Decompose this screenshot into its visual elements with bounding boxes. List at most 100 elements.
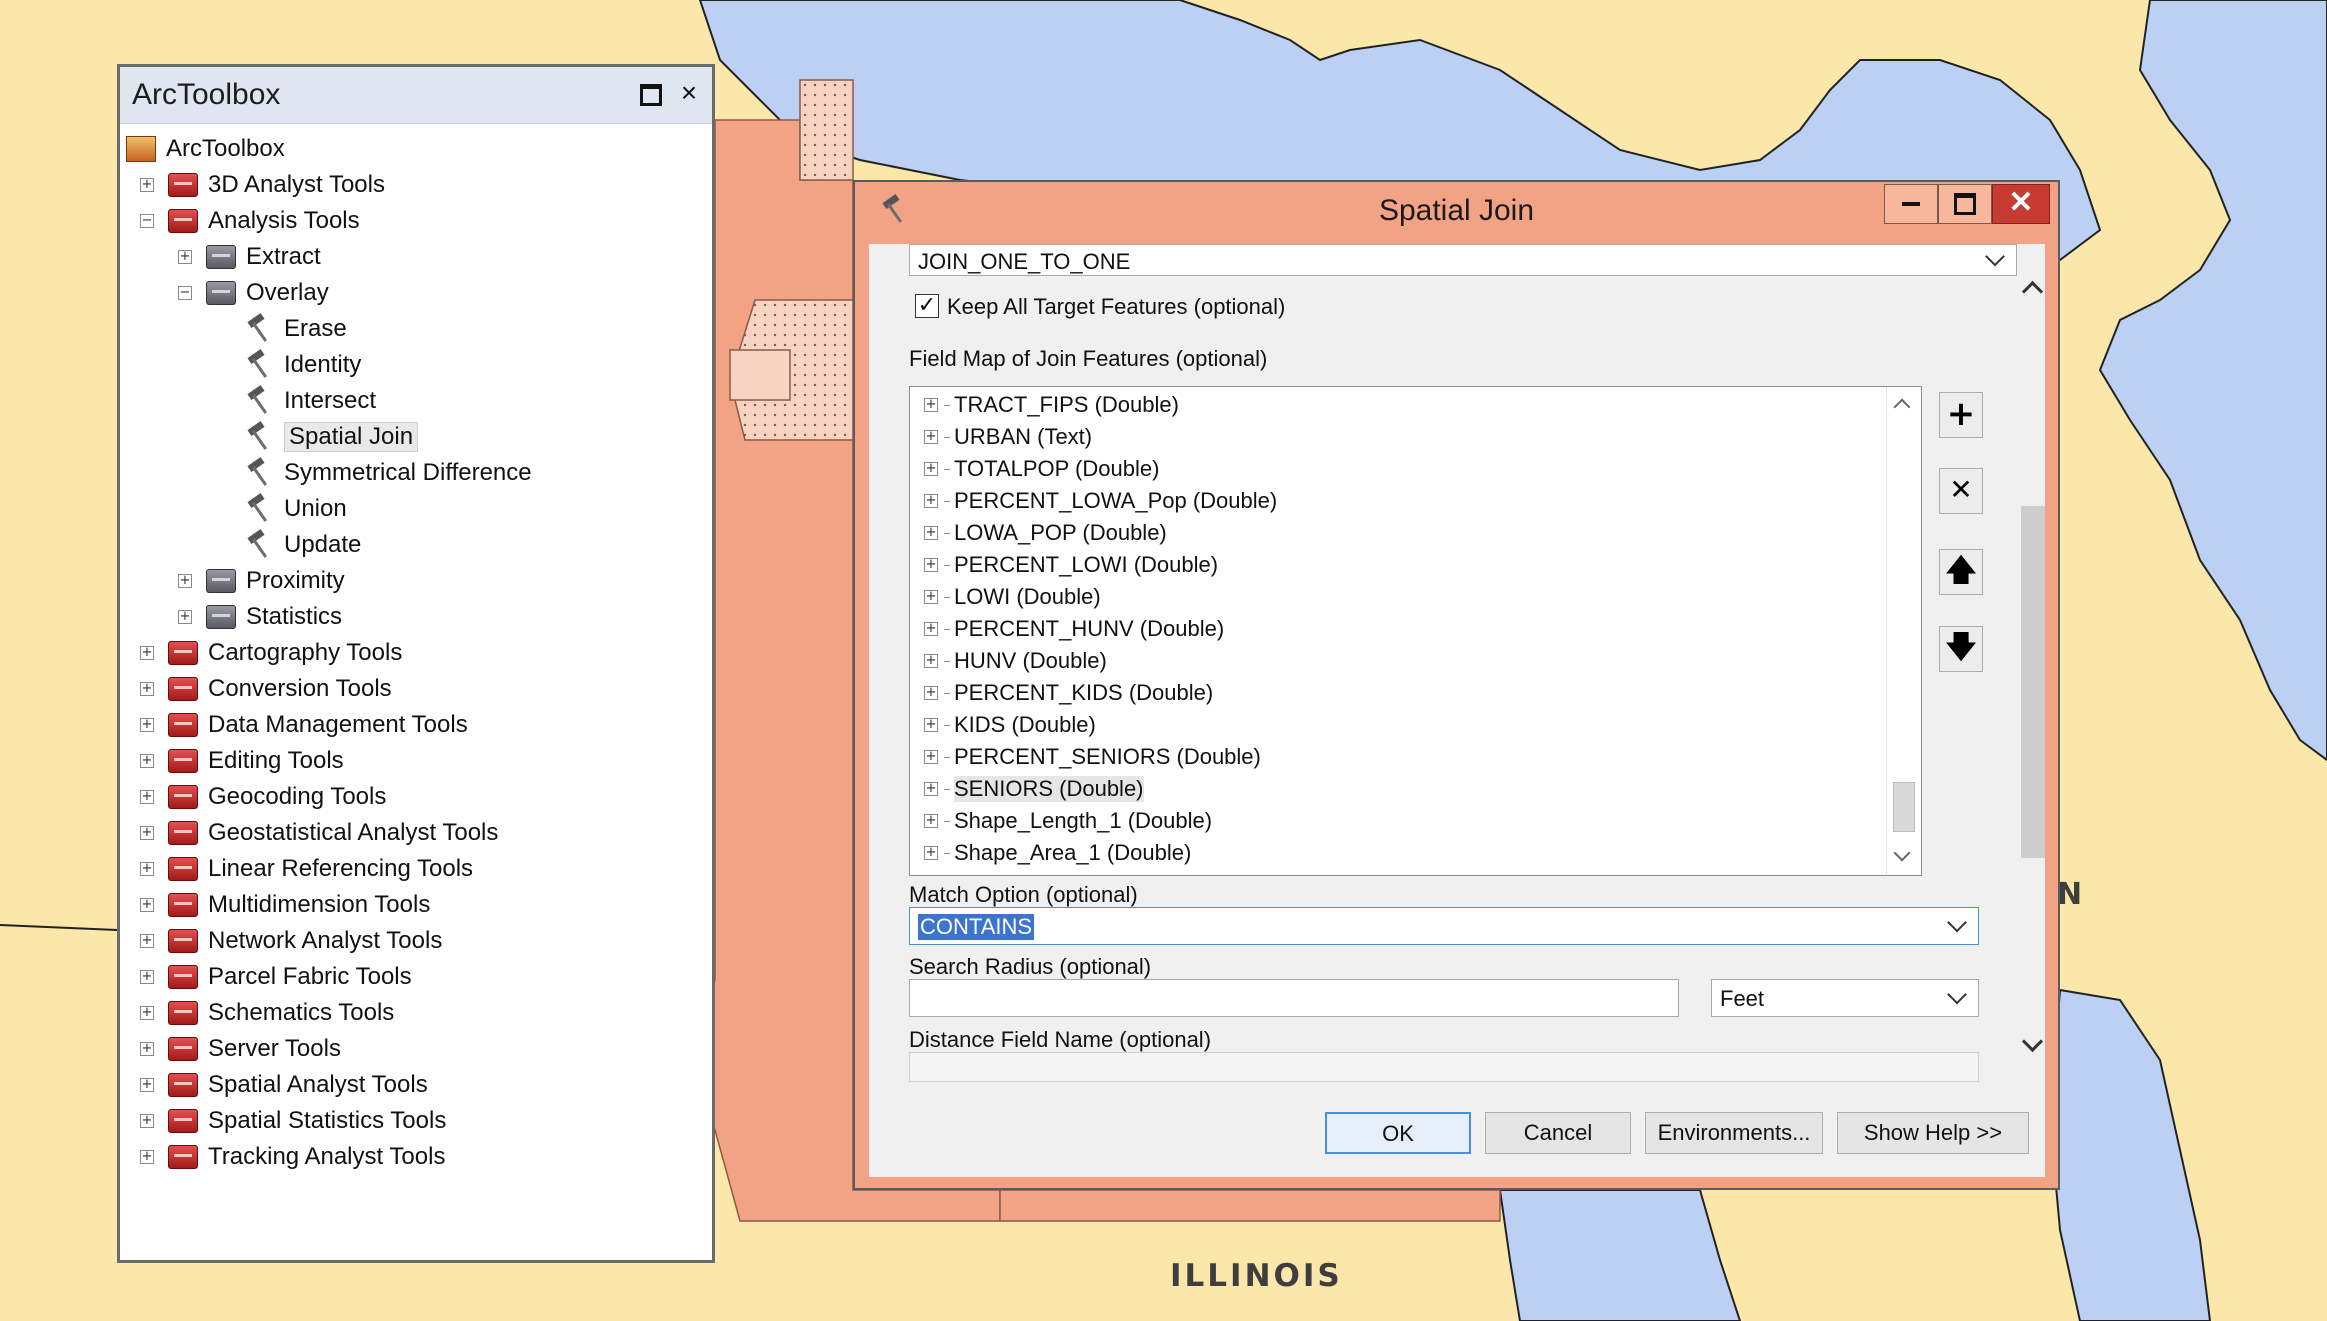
expand-icon[interactable]: + <box>140 1114 154 1128</box>
tree-item[interactable]: ArcToolbox <box>126 131 285 167</box>
field-map-item[interactable]: + SENIORS (Double) <box>924 774 1144 804</box>
field-map-scrollbar[interactable] <box>1886 387 1921 875</box>
tree-item[interactable]: + Proximity <box>178 563 345 599</box>
scroll-up-icon[interactable] <box>1893 398 1911 416</box>
cancel-button[interactable]: Cancel <box>1485 1112 1631 1154</box>
tree-item[interactable]: + Extract <box>178 239 321 275</box>
expand-icon[interactable]: + <box>140 790 154 804</box>
add-field-button[interactable]: + <box>1939 392 1983 438</box>
tree-item[interactable]: + Editing Tools <box>140 743 344 779</box>
field-map-item[interactable]: + Shape_Area_1 (Double) <box>924 838 1191 868</box>
tree-item[interactable]: + Schematics Tools <box>140 995 394 1031</box>
keep-all-checkbox[interactable]: ✓ <box>915 294 939 318</box>
field-map-item[interactable]: + LOWI (Double) <box>924 582 1101 612</box>
field-map-list[interactable]: + TRACT_FIPS (Double) + URBAN (Text) + TOTALP… <box>909 386 1922 876</box>
show-help-button[interactable]: Show Help >> <box>1837 1112 2029 1154</box>
tree-item[interactable]: +3D Analyst Tools <box>140 167 385 203</box>
collapse-icon[interactable]: − <box>178 286 192 300</box>
expand-icon[interactable]: + <box>924 622 938 636</box>
tree-item[interactable]: + Server Tools <box>140 1031 341 1067</box>
expand-icon[interactable]: + <box>140 898 154 912</box>
tree-item[interactable]: Update <box>216 527 361 563</box>
dialog-scrollbar[interactable] <box>2019 244 2045 1082</box>
field-map-item[interactable]: + Shape_Length_1 (Double) <box>924 806 1212 836</box>
scroll-down-icon[interactable] <box>2021 1030 2044 1053</box>
tree-item[interactable]: − Analysis Tools <box>140 203 360 239</box>
tree-item[interactable]: + Statistics <box>178 599 342 635</box>
expand-icon[interactable]: + <box>140 178 154 192</box>
move-down-button[interactable]: 🡇 <box>1939 626 1983 672</box>
expand-icon[interactable]: + <box>924 590 938 604</box>
field-map-item[interactable]: + PERCENT_LOWI (Double) <box>924 550 1218 580</box>
tree-item[interactable]: + Spatial Statistics Tools <box>140 1103 446 1139</box>
tree-item[interactable]: Identity <box>216 347 361 383</box>
scroll-up-icon[interactable] <box>2021 280 2044 303</box>
field-map-item[interactable]: + PERCENT_KIDS (Double) <box>924 678 1213 708</box>
join-operation-select[interactable]: JOIN_ONE_TO_ONE <box>909 244 2017 276</box>
dialog-scroll-thumb[interactable] <box>2021 506 2045 858</box>
field-map-item[interactable]: + PERCENT_SENIORS (Double) <box>924 742 1261 772</box>
arctoolbox-window[interactable]: ArcToolbox × ArcToolbox +3D Analyst Tools… <box>117 64 715 1263</box>
tree-item[interactable]: + Multidimension Tools <box>140 887 430 923</box>
expand-icon[interactable]: + <box>924 846 938 860</box>
distance-field-input[interactable] <box>909 1052 1979 1082</box>
restore-window-icon[interactable] <box>636 78 666 108</box>
tree-item[interactable]: Spatial Join <box>216 419 419 455</box>
expand-icon[interactable]: + <box>140 862 154 876</box>
tree-item[interactable]: + Network Analyst Tools <box>140 923 442 959</box>
tree-item[interactable]: + Geocoding Tools <box>140 779 386 815</box>
tree-item[interactable]: Symmetrical Difference <box>216 455 532 491</box>
search-radius-units-select[interactable]: Feet <box>1711 979 1979 1017</box>
minimize-button[interactable] <box>1884 184 1938 224</box>
tree-item[interactable]: + Cartography Tools <box>140 635 402 671</box>
expand-icon[interactable]: + <box>924 718 938 732</box>
tree-item[interactable]: − Overlay <box>178 275 329 311</box>
tree-item[interactable]: + Geostatistical Analyst Tools <box>140 815 498 851</box>
field-map-item[interactable]: + KIDS (Double) <box>924 710 1096 740</box>
collapse-icon[interactable]: − <box>140 214 154 228</box>
expand-icon[interactable]: + <box>924 814 938 828</box>
expand-icon[interactable]: + <box>924 398 938 412</box>
tree-item[interactable]: + Data Management Tools <box>140 707 468 743</box>
expand-icon[interactable]: + <box>140 1042 154 1056</box>
expand-icon[interactable]: + <box>140 826 154 840</box>
expand-icon[interactable]: + <box>924 558 938 572</box>
expand-icon[interactable]: + <box>924 462 938 476</box>
expand-icon[interactable]: + <box>140 646 154 660</box>
expand-icon[interactable]: + <box>140 1078 154 1092</box>
expand-icon[interactable]: + <box>140 682 154 696</box>
expand-icon[interactable]: + <box>140 970 154 984</box>
move-up-button[interactable]: 🡅 <box>1939 549 1983 595</box>
arctoolbox-titlebar[interactable]: ArcToolbox × <box>120 67 712 124</box>
scroll-thumb[interactable] <box>1893 782 1915 832</box>
search-radius-input[interactable] <box>909 979 1679 1017</box>
tree-item[interactable]: + Tracking Analyst Tools <box>140 1139 445 1175</box>
tree-item[interactable]: Union <box>216 491 347 527</box>
dialog-titlebar[interactable]: Spatial Join ✕ <box>855 182 2058 242</box>
field-map-item[interactable]: + TOTALPOP (Double) <box>924 454 1159 484</box>
close-icon[interactable]: × <box>674 78 704 108</box>
field-map-item[interactable]: + LOWA_POP (Double) <box>924 518 1167 548</box>
expand-icon[interactable]: + <box>924 750 938 764</box>
tree-item[interactable]: Intersect <box>216 383 376 419</box>
tree-item[interactable]: + Conversion Tools <box>140 671 392 707</box>
delete-field-button[interactable]: ✕ <box>1939 468 1983 514</box>
tree-item[interactable]: + Spatial Analyst Tools <box>140 1067 428 1103</box>
field-map-item[interactable]: + HUNV (Double) <box>924 646 1107 676</box>
tree-item[interactable]: Erase <box>216 311 347 347</box>
tree-item[interactable]: + Parcel Fabric Tools <box>140 959 412 995</box>
expand-icon[interactable]: + <box>178 610 192 624</box>
expand-icon[interactable]: + <box>140 1006 154 1020</box>
spatial-join-dialog[interactable]: Spatial Join ✕ JOIN_ONE_TO_ONE ✓ Keep Al… <box>853 180 2060 1190</box>
close-button[interactable]: ✕ <box>1992 184 2050 224</box>
expand-icon[interactable]: + <box>924 782 938 796</box>
tree-item[interactable]: + Linear Referencing Tools <box>140 851 473 887</box>
expand-icon[interactable]: + <box>140 934 154 948</box>
expand-icon[interactable]: + <box>924 686 938 700</box>
scroll-down-icon[interactable] <box>1893 844 1911 862</box>
expand-icon[interactable]: + <box>924 494 938 508</box>
environments-button[interactable]: Environments... <box>1645 1112 1823 1154</box>
field-map-item[interactable]: + TRACT_FIPS (Double) <box>924 390 1179 420</box>
expand-icon[interactable]: + <box>924 526 938 540</box>
match-option-select[interactable]: CONTAINS <box>909 907 1979 945</box>
